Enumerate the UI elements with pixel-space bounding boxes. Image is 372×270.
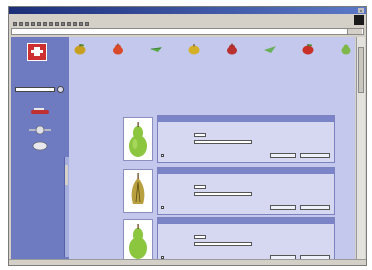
fruit-nav-row	[73, 41, 353, 57]
add-to-cart-button[interactable]	[270, 205, 296, 210]
browser-throbber-logo	[354, 15, 364, 25]
product-panel	[157, 115, 335, 163]
sidebar	[11, 37, 69, 259]
size-select[interactable]	[194, 242, 252, 246]
apple-icon[interactable]	[187, 43, 201, 55]
print-icon[interactable]	[67, 22, 71, 26]
refresh-icon[interactable]	[31, 22, 35, 26]
product-image[interactable]	[123, 169, 153, 213]
swiss-cross-logo-icon[interactable]	[27, 43, 47, 61]
search-icon[interactable]	[43, 22, 47, 26]
menu-bar	[9, 15, 366, 20]
mail-icon[interactable]	[61, 22, 65, 26]
apple-icon[interactable]	[301, 43, 315, 55]
browser-toolbar	[9, 21, 352, 27]
product-name	[158, 116, 334, 122]
watch-icon[interactable]	[29, 125, 51, 135]
sliced-pear-icon	[131, 173, 145, 204]
product-image[interactable]	[123, 219, 153, 259]
history-icon[interactable]	[55, 22, 59, 26]
edit-icon[interactable]	[73, 22, 77, 26]
favorites-icon[interactable]	[49, 22, 53, 26]
discuss-icon[interactable]	[79, 22, 83, 26]
window-close-button[interactable]: x	[358, 8, 364, 13]
product-panel	[157, 167, 335, 215]
pear-icon[interactable]	[111, 43, 125, 55]
clock-icon[interactable]	[29, 141, 51, 151]
forward-icon[interactable]	[19, 22, 23, 26]
product-card	[123, 167, 335, 217]
size-select[interactable]	[194, 192, 252, 196]
add-to-cart-button[interactable]	[270, 153, 296, 158]
messenger-icon[interactable]	[85, 22, 89, 26]
browser-window: x	[8, 6, 367, 266]
quantity-input[interactable]	[194, 185, 206, 189]
quantity-input[interactable]	[194, 133, 206, 137]
product-card	[123, 217, 335, 259]
apple-icon[interactable]	[73, 43, 87, 55]
pear-icon	[129, 122, 147, 157]
sidebar-search-button[interactable]	[57, 86, 64, 93]
home-icon[interactable]	[37, 22, 41, 26]
web-page	[11, 37, 355, 259]
product-image[interactable]	[123, 117, 153, 161]
pear-icon[interactable]	[339, 43, 353, 55]
scrollbar-thumb[interactable]	[358, 47, 364, 93]
address-bar[interactable]	[11, 28, 364, 35]
back-icon[interactable]	[13, 22, 17, 26]
pocket-knife-icon[interactable]	[29, 107, 51, 117]
details-button[interactable]	[300, 205, 330, 210]
pear-icon	[129, 224, 147, 259]
gift-checkbox[interactable]	[161, 154, 164, 157]
window-titlebar: x	[9, 7, 366, 14]
sidebar-scrollbar[interactable]	[64, 157, 69, 257]
gift-checkbox[interactable]	[161, 206, 164, 209]
status-bar	[9, 259, 366, 265]
quantity-input[interactable]	[194, 235, 206, 239]
product-name	[158, 168, 334, 174]
stop-icon[interactable]	[25, 22, 29, 26]
size-select[interactable]	[194, 140, 252, 144]
sidebar-search-input[interactable]	[15, 87, 55, 92]
go-button[interactable]	[347, 29, 362, 34]
details-button[interactable]	[300, 153, 330, 158]
pear-icon[interactable]	[225, 43, 239, 55]
grapes-icon[interactable]	[263, 43, 277, 55]
product-panel	[157, 217, 335, 259]
product-name	[158, 218, 334, 224]
product-card	[123, 115, 335, 165]
grapes-icon[interactable]	[149, 43, 163, 55]
page-scrollbar[interactable]	[356, 37, 365, 259]
